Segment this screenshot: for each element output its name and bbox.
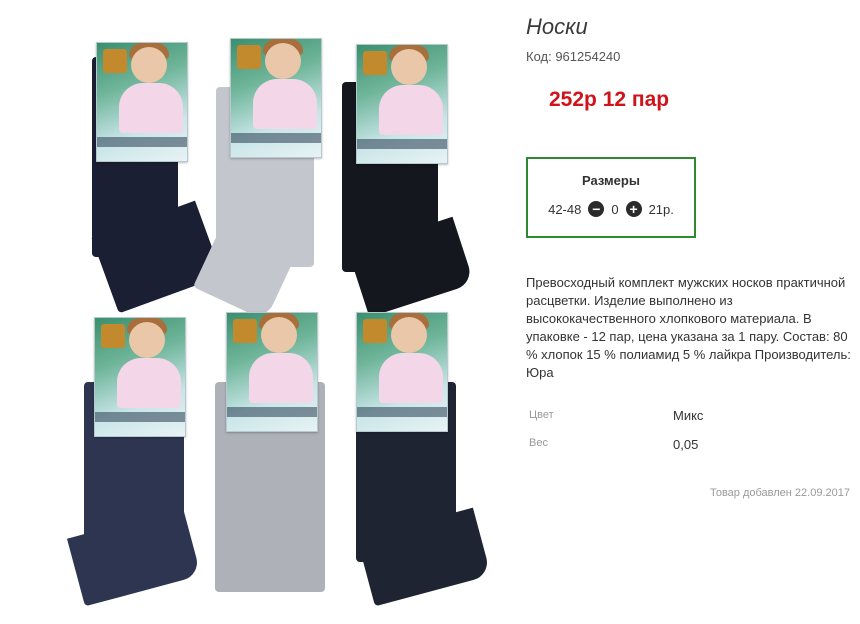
package-card-4 <box>94 317 186 437</box>
added-date: Товар добавлен 22.09.2017 <box>709 487 850 499</box>
size-label: 42-48 <box>548 201 582 217</box>
minus-icon[interactable]: − <box>588 201 605 217</box>
sizes-box: Размеры 42-48 − 0 + 21р. <box>526 157 696 238</box>
package-card-3 <box>356 44 448 164</box>
attribute-label-color: Цвет <box>529 409 554 421</box>
attribute-value-color: Микс <box>673 408 704 423</box>
attribute-label-weight: Вес <box>529 437 548 449</box>
product-code: Код: 961254240 <box>526 49 621 64</box>
size-row: 42-48 − 0 + 21р. <box>528 201 694 217</box>
size-price: 21р. <box>648 201 674 217</box>
product-description: Превосходный комплект мужских носков пра… <box>526 275 851 380</box>
plus-icon[interactable]: + <box>625 201 642 217</box>
package-card-1 <box>96 42 188 162</box>
package-card-5 <box>226 312 318 432</box>
sizes-title: Размеры <box>582 173 640 188</box>
package-card-2 <box>230 38 322 158</box>
package-card-6 <box>356 312 448 432</box>
product-title: Носки <box>526 14 588 39</box>
product-price: 252р 12 пар <box>549 88 670 111</box>
product-image[interactable] <box>44 12 504 612</box>
attribute-value-weight: 0,05 <box>673 437 699 452</box>
quantity-value: 0 <box>611 201 619 217</box>
